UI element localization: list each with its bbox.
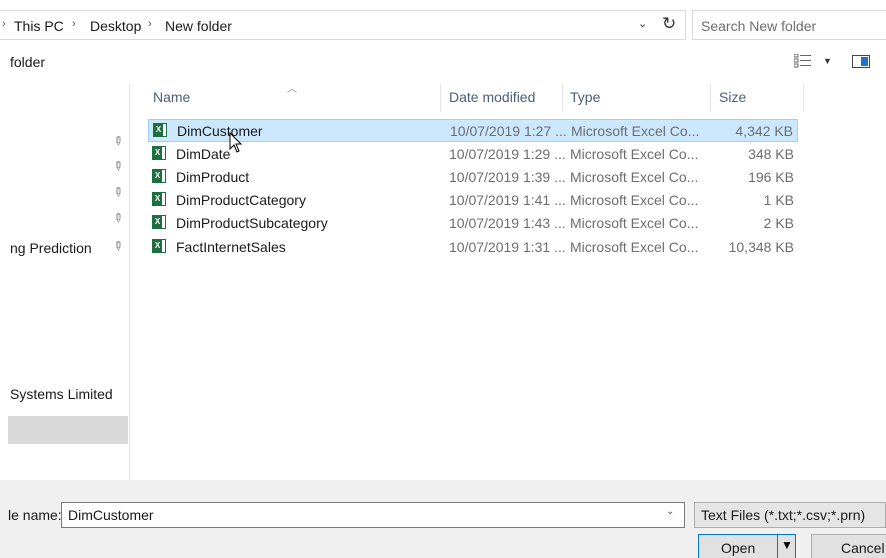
breadcrumb-new-folder[interactable]: New folder	[165, 18, 232, 34]
excel-file-icon: X	[152, 192, 166, 206]
file-type: Microsoft Excel Co...	[570, 192, 699, 208]
nav-item-prediction[interactable]: ng Prediction	[10, 240, 92, 256]
file-name-input[interactable]: DimCustomer	[61, 502, 685, 528]
file-name: DimProductSubcategory	[176, 215, 328, 231]
address-bar[interactable]: › This PC › Desktop › New folder ⌄ ↻	[0, 10, 686, 40]
file-date: 10/07/2019 1:43 ...	[449, 215, 566, 231]
nav-item-selected[interactable]	[8, 416, 128, 444]
open-button[interactable]: Open ▼	[698, 534, 796, 558]
open-dropdown-icon[interactable]: ▼	[781, 538, 793, 552]
address-row: › This PC › Desktop › New folder ⌄ ↻ Sea…	[0, 8, 886, 42]
file-type-select[interactable]: Text Files (*.txt;*.csv;*.prn)	[694, 502, 886, 528]
file-size: 348 KB	[748, 146, 794, 162]
view-dropdown-icon[interactable]: ▼	[823, 56, 832, 66]
column-divider[interactable]	[710, 84, 711, 112]
open-button-label: Open	[721, 540, 756, 556]
table-row[interactable]: X FactInternetSales 10/07/2019 1:31 ... …	[148, 236, 798, 259]
breadcrumb-separator-icon[interactable]: ›	[72, 18, 76, 30]
file-name-value: DimCustomer	[68, 507, 154, 523]
file-size: 1 KB	[763, 192, 794, 208]
file-date: 10/07/2019 1:41 ...	[449, 192, 566, 208]
table-row[interactable]: X DimProductSubcategory 10/07/2019 1:43 …	[148, 212, 798, 235]
file-name: DimProductCategory	[176, 192, 306, 208]
excel-file-icon: X	[152, 146, 166, 160]
column-divider[interactable]	[562, 84, 563, 112]
pin-icon: ✎	[109, 132, 127, 150]
pin-icon: ✎	[109, 157, 127, 175]
refresh-icon[interactable]: ↻	[662, 14, 676, 34]
excel-file-icon: X	[152, 169, 166, 183]
dialog-footer: le name: DimCustomer ⌄ Text Files (*.txt…	[0, 480, 886, 558]
file-type: Microsoft Excel Co...	[570, 169, 699, 185]
breadcrumb-separator-icon[interactable]: ›	[148, 18, 152, 30]
file-name: DimProduct	[176, 169, 250, 185]
mouse-cursor-icon	[229, 132, 243, 153]
file-type: Microsoft Excel Co...	[570, 215, 699, 231]
table-row[interactable]: X DimProductCategory 10/07/2019 1:41 ...…	[148, 189, 798, 212]
excel-file-icon: X	[152, 215, 166, 229]
column-divider[interactable]	[803, 84, 804, 112]
pin-icon: ✎	[109, 183, 127, 201]
file-name: DimDate	[176, 146, 231, 162]
excel-file-icon: X	[152, 239, 166, 253]
pin-icon: ✎	[109, 237, 127, 255]
open-split-divider	[777, 535, 778, 558]
cancel-button-label: Cancel	[841, 540, 885, 556]
toolbar: folder ▼	[0, 44, 886, 80]
file-size: 196 KB	[748, 169, 794, 185]
file-type: Microsoft Excel Co...	[570, 239, 699, 255]
file-name: FactInternetSales	[176, 239, 286, 255]
file-size: 10,348 KB	[728, 239, 794, 255]
file-size: 2 KB	[763, 215, 794, 231]
file-date: 10/07/2019 1:29 ...	[449, 146, 566, 162]
preview-pane-icon[interactable]	[852, 55, 870, 68]
file-type-value: Text Files (*.txt;*.csv;*.prn)	[701, 507, 866, 523]
column-header-name[interactable]: Name	[153, 89, 190, 105]
column-divider[interactable]	[440, 84, 441, 112]
breadcrumb-chevron-icon[interactable]: ›	[2, 18, 6, 30]
file-type: Microsoft Excel Co...	[570, 146, 699, 162]
address-dropdown-icon[interactable]: ⌄	[638, 17, 647, 30]
breadcrumb-this-pc[interactable]: This PC	[14, 18, 64, 34]
table-row[interactable]: X DimDate 10/07/2019 1:29 ... Microsoft …	[148, 143, 798, 166]
table-row[interactable]: X DimProduct 10/07/2019 1:39 ... Microso…	[148, 166, 798, 189]
navigation-pane: ✎ ✎ ✎ ✎ ✎ ng Prediction Systems Limited	[0, 84, 130, 480]
table-row[interactable]: X DimCustomer 10/07/2019 1:27 ... Micros…	[148, 119, 798, 142]
column-header-type[interactable]: Type	[570, 89, 600, 105]
file-date: 10/07/2019 1:31 ...	[449, 239, 566, 255]
file-name: DimCustomer	[177, 123, 263, 139]
cancel-button[interactable]: Cancel	[811, 534, 886, 558]
search-placeholder: Search New folder	[701, 18, 817, 34]
file-type: Microsoft Excel Co...	[571, 123, 700, 139]
file-name-label: le name:	[8, 507, 62, 523]
nav-item-systems-limited[interactable]: Systems Limited	[10, 386, 113, 402]
column-header-size[interactable]: Size	[719, 89, 746, 105]
file-date: 10/07/2019 1:27 ...	[450, 123, 567, 139]
excel-file-icon: X	[153, 123, 167, 137]
new-folder-button[interactable]: folder	[10, 54, 45, 70]
search-input[interactable]: Search New folder	[692, 10, 886, 40]
file-date: 10/07/2019 1:39 ...	[449, 169, 566, 185]
pin-icon: ✎	[109, 209, 127, 227]
breadcrumb-desktop[interactable]: Desktop	[90, 18, 141, 34]
column-header-date[interactable]: Date modified	[449, 89, 535, 105]
sort-ascending-icon: ︿	[287, 84, 297, 95]
details-view-icon[interactable]	[794, 54, 812, 68]
file-size: 4,342 KB	[735, 123, 793, 139]
file-name-dropdown-icon[interactable]: ⌄	[666, 506, 674, 517]
